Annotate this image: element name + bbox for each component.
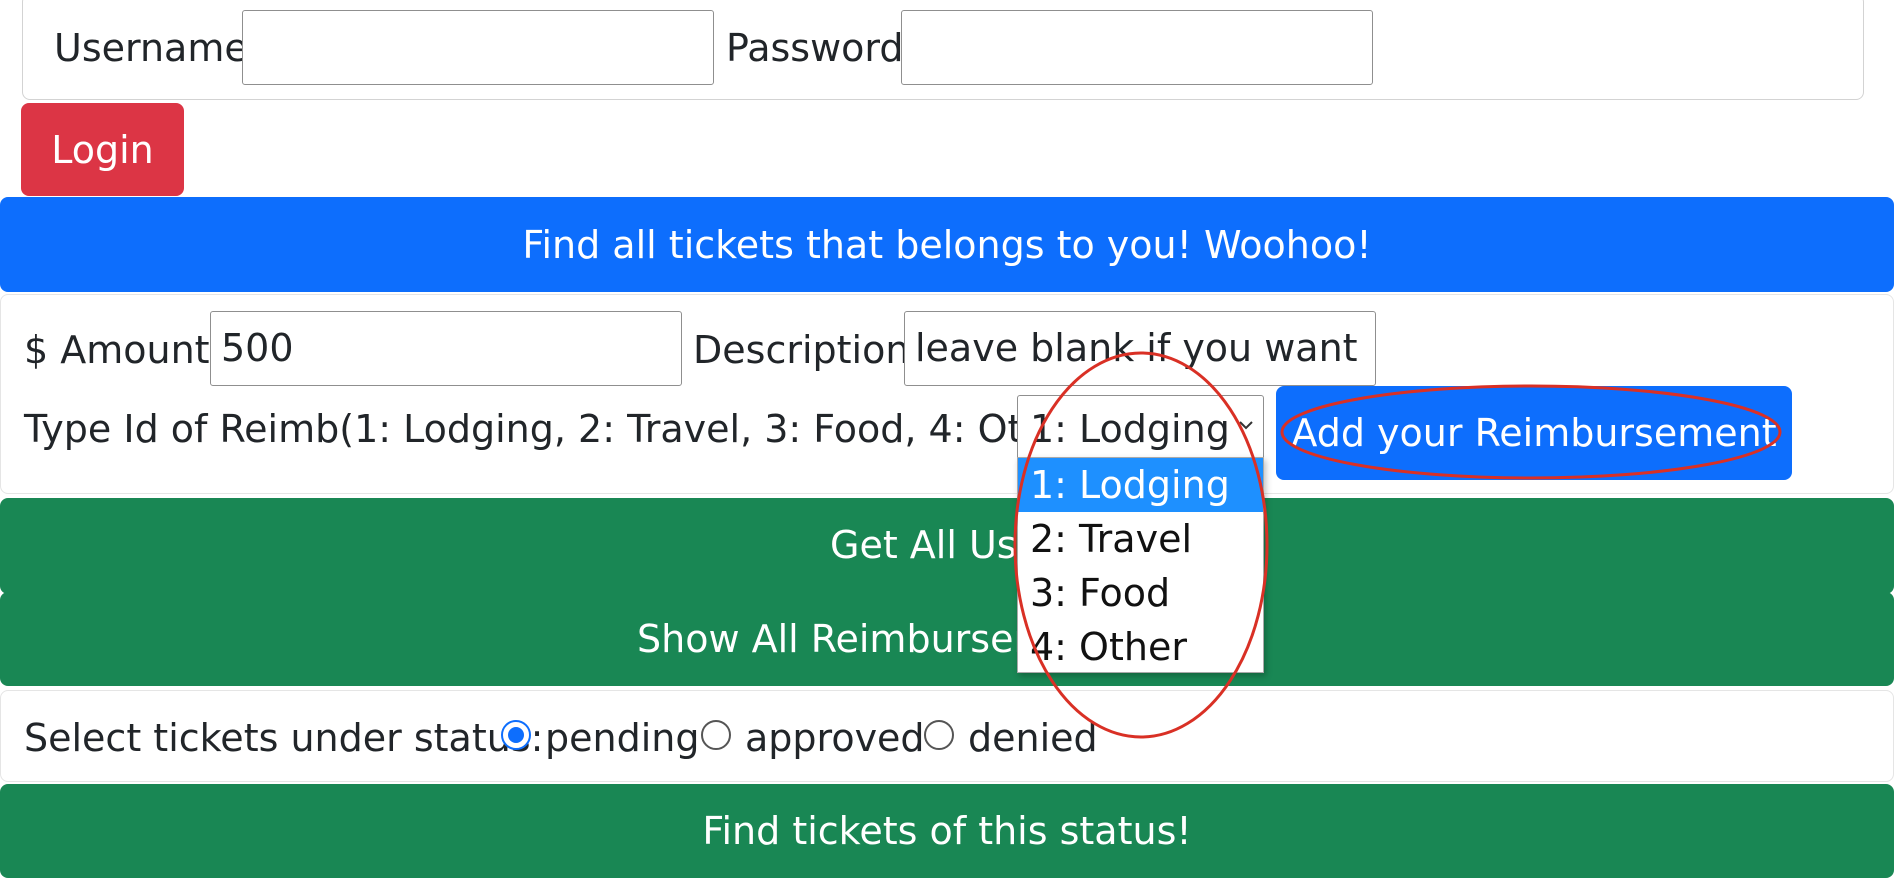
- radio-denied[interactable]: [924, 720, 954, 750]
- description-label: Description: [693, 328, 910, 372]
- username-label: Username: [54, 26, 248, 70]
- dropdown-option-food[interactable]: 3: Food: [1018, 566, 1263, 620]
- radio-approved[interactable]: [701, 720, 731, 750]
- radio-pending[interactable]: [501, 720, 531, 750]
- password-input[interactable]: [901, 10, 1373, 85]
- get-all-users-button[interactable]: Get All Use: [0, 498, 1894, 594]
- show-all-reimbursements-label: Show All Reimbursem: [637, 617, 1051, 661]
- type-id-label: Type Id of Reimb(1: Lodging, 2: Travel, …: [24, 407, 1101, 451]
- amount-label: $ Amount: [24, 328, 210, 372]
- add-reimbursement-button[interactable]: Add your Reimbursement: [1276, 386, 1792, 480]
- login-button[interactable]: Login: [21, 103, 184, 196]
- chevron-down-icon: [1239, 421, 1253, 430]
- get-all-users-label: Get All Use: [830, 523, 1040, 567]
- password-label: Password: [726, 26, 904, 70]
- find-status-tickets-button[interactable]: Find tickets of this status!: [0, 784, 1894, 878]
- description-input[interactable]: leave blank if you want: [904, 311, 1376, 386]
- dropdown-option-travel[interactable]: 2: Travel: [1018, 512, 1263, 566]
- radio-denied-label: denied: [968, 716, 1098, 760]
- show-all-reimbursements-button[interactable]: Show All Reimbursem: [0, 592, 1894, 686]
- status-label: Select tickets under status:: [24, 716, 544, 760]
- type-id-selected-value: 1: Lodging: [1030, 407, 1230, 451]
- radio-pending-label: pending: [545, 716, 700, 760]
- type-id-select[interactable]: 1: Lodging: [1017, 395, 1264, 463]
- radio-approved-label: approved: [745, 716, 925, 760]
- find-my-tickets-button[interactable]: Find all tickets that belongs to you! Wo…: [0, 197, 1894, 292]
- type-id-dropdown-list: 1: Lodging 2: Travel 3: Food 4: Other: [1017, 457, 1264, 673]
- username-input[interactable]: [242, 10, 714, 85]
- dropdown-option-other[interactable]: 4: Other: [1018, 620, 1263, 674]
- dropdown-option-lodging[interactable]: 1: Lodging: [1018, 458, 1263, 512]
- amount-input[interactable]: 500: [210, 311, 682, 386]
